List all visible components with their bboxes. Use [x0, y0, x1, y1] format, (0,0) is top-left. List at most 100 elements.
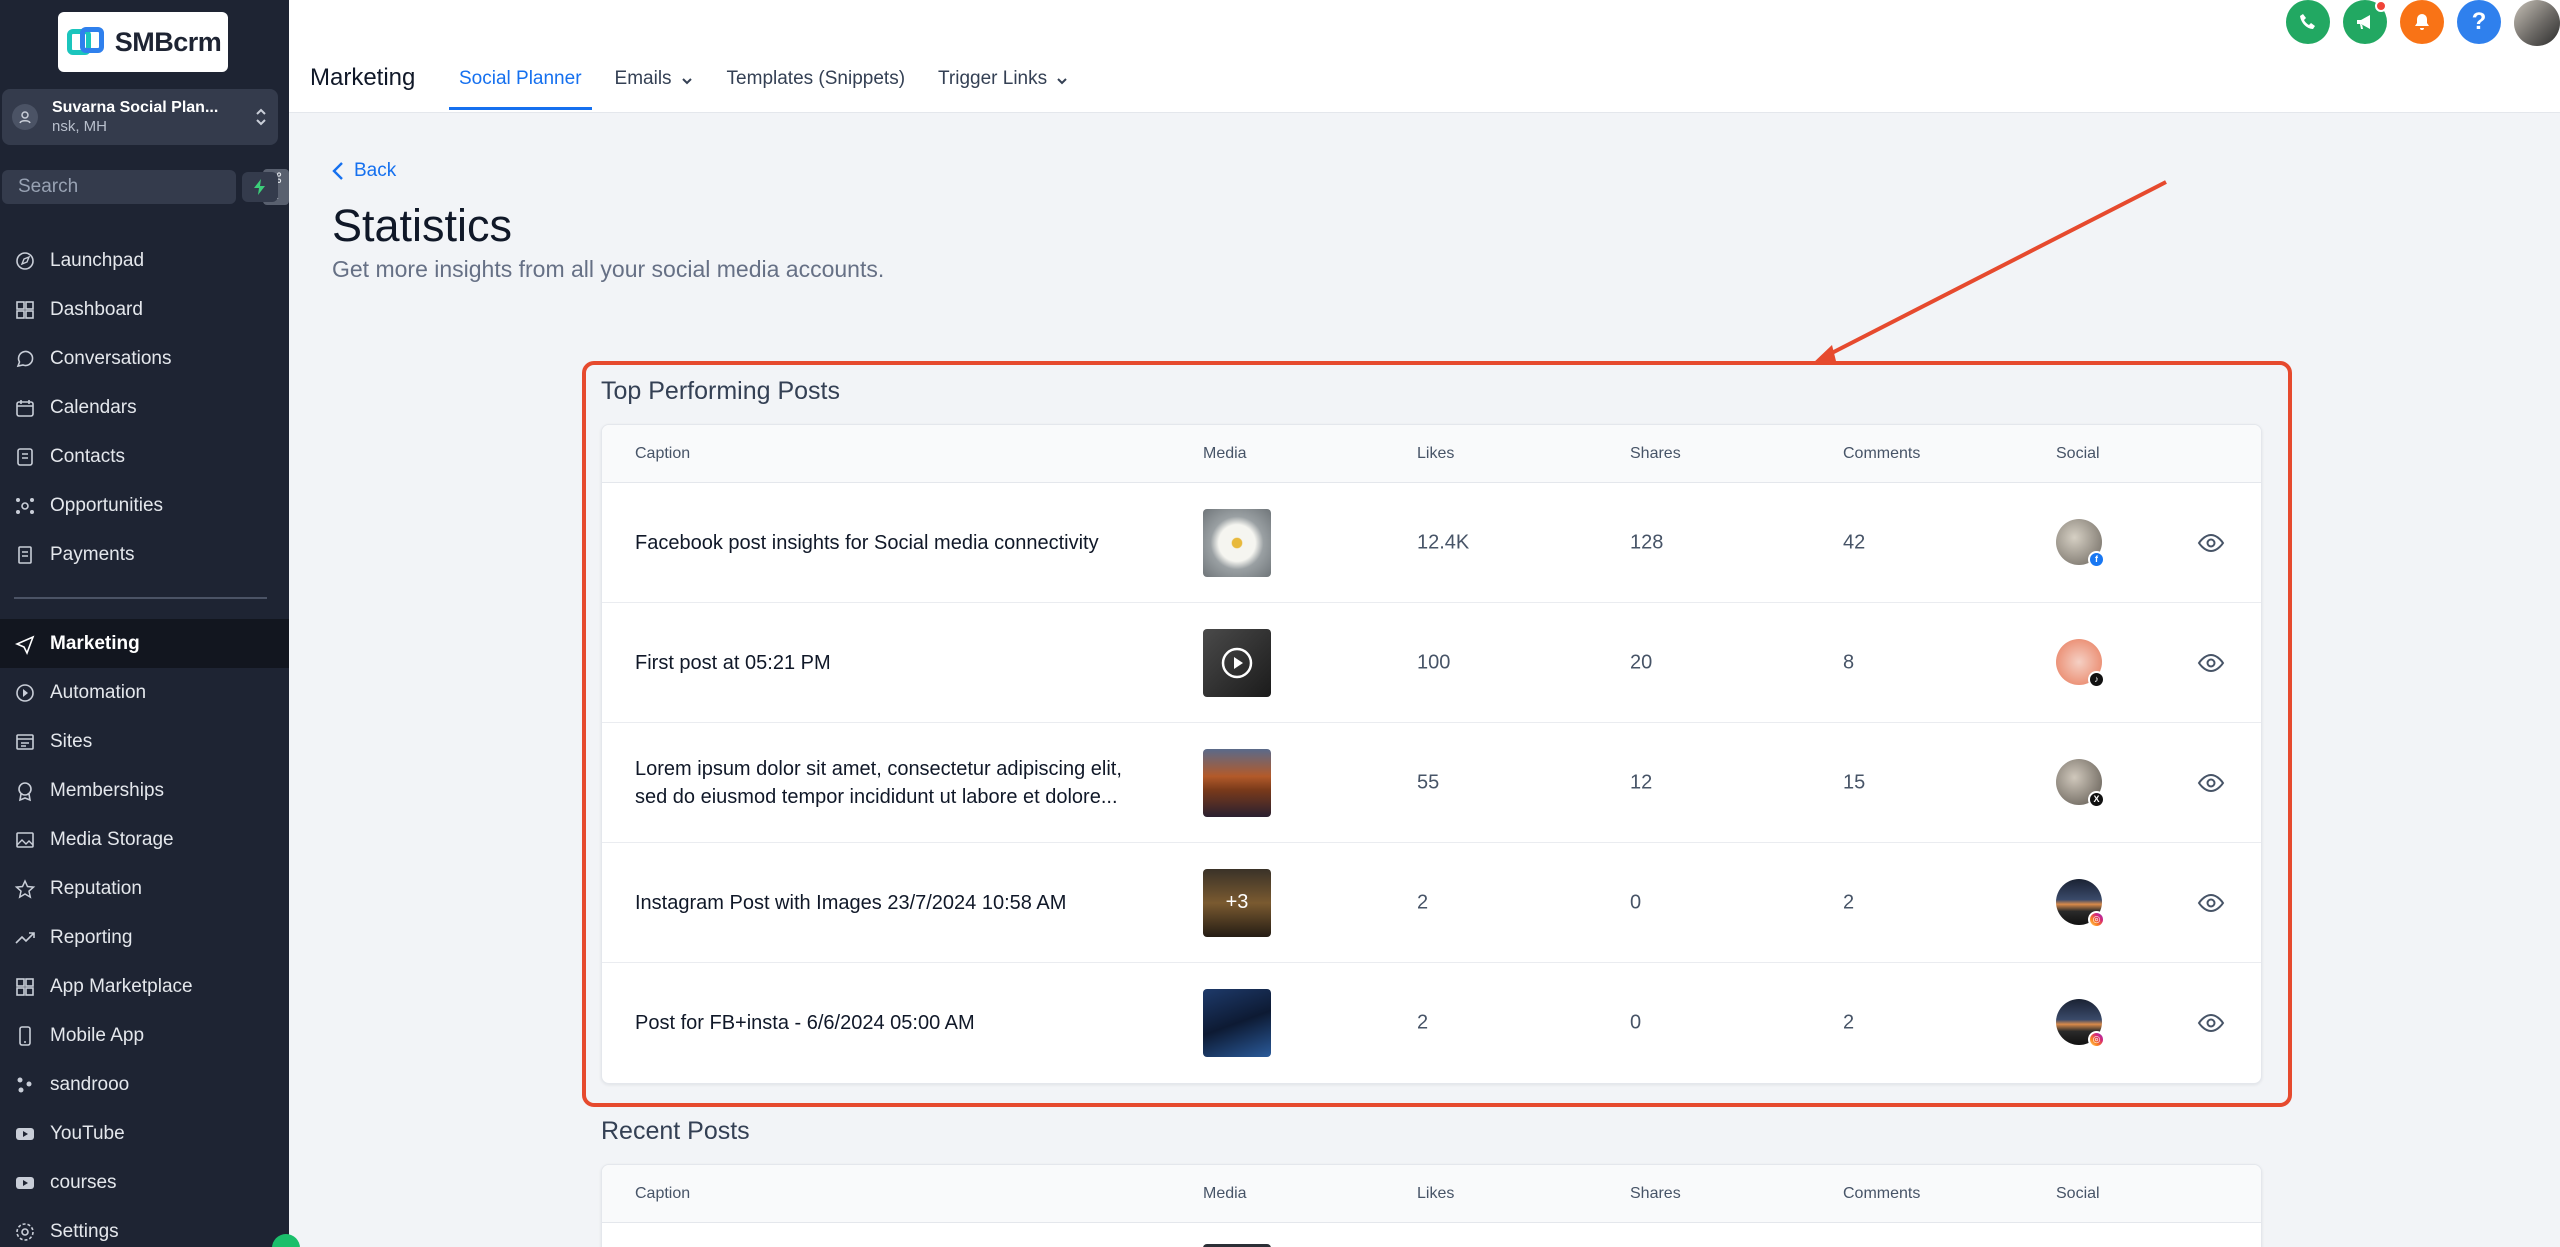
sidebar-item-marketing[interactable]: Marketing	[0, 619, 289, 668]
chevron-updown-icon	[256, 108, 266, 126]
view-post-button[interactable]	[2197, 649, 2225, 677]
sidebar-item-automation[interactable]: Automation	[0, 668, 289, 717]
sidebar-item-label: YouTube	[50, 1122, 125, 1144]
post-caption: Post for FB+insta - 6/6/2024 05:00 AM	[635, 1012, 975, 1034]
user-avatar[interactable]	[2514, 0, 2560, 46]
sidebar-item-payments[interactable]: Payments	[0, 530, 289, 579]
top-posts-title: Top Performing Posts	[601, 377, 840, 405]
page-subtitle: Get more insights from all your social m…	[332, 256, 885, 282]
logo-mark-icon	[65, 25, 107, 59]
recent-posts-table: Caption Media Likes Shares Comments Soci…	[601, 1164, 2262, 1247]
post-media-thumbnail[interactable]	[1203, 748, 1271, 817]
phone-button[interactable]	[2286, 0, 2330, 44]
sidebar-item-courses[interactable]: courses	[0, 1158, 289, 1207]
view-post-button[interactable]	[2197, 1009, 2225, 1037]
account-avatar: ◎	[2056, 878, 2105, 928]
social-account: f	[2056, 518, 2105, 568]
sidebar-item-conversations[interactable]: Conversations	[0, 334, 289, 383]
col-likes: Likes	[1417, 1185, 1455, 1202]
col-media: Media	[1203, 1185, 1247, 1202]
tab-trigger-links[interactable]: Trigger Links	[928, 60, 1079, 110]
notification-dot	[2375, 0, 2387, 12]
tab-templates[interactable]: Templates (Snippets)	[717, 60, 915, 110]
table-row[interactable]: First post at 05:21 PM 100 20 8 ♪	[602, 603, 2261, 723]
back-link[interactable]: Back	[332, 160, 396, 182]
col-media: Media	[1203, 445, 1247, 462]
sidebar-item-label: Launchpad	[50, 249, 145, 271]
chevron-left-icon	[332, 162, 343, 180]
quick-action-button[interactable]	[242, 172, 278, 202]
top-posts-table: Caption Media Likes Shares Comments Soci…	[601, 424, 2262, 1084]
table-row[interactable]: Lorem ipsum dolor sit amet, consectetur …	[602, 723, 2261, 843]
sidebar: SMBcrm Suvarna Social Plan... nsk, MH ⌘ …	[0, 0, 289, 1247]
sidebar-item-mobile-app[interactable]: Mobile App	[0, 1011, 289, 1060]
sidebar-item-settings[interactable]: Settings	[0, 1207, 289, 1243]
sidebar-item-calendars[interactable]: Calendars	[0, 383, 289, 432]
top-bar: Marketing Social Planner Emails Template…	[289, 0, 2560, 113]
sidebar-item-dashboard[interactable]: Dashboard	[0, 285, 289, 334]
view-post-button[interactable]	[2197, 529, 2225, 557]
post-shares: 20	[1630, 651, 1653, 673]
sidebar-item-label: Opportunities	[50, 494, 164, 516]
sidebar-item-app-marketplace[interactable]: App Marketplace	[0, 962, 289, 1011]
social-account: X	[2056, 758, 2105, 808]
view-post-button[interactable]	[2197, 889, 2225, 917]
post-media-thumbnail[interactable]	[1203, 508, 1271, 577]
sidebar-item-label: courses	[50, 1171, 117, 1193]
post-media-thumbnail[interactable]	[1203, 989, 1271, 1057]
sidebar-item-label: Reputation	[50, 877, 142, 899]
eye-icon	[2197, 533, 2225, 552]
bolt-icon	[254, 179, 265, 195]
sidebar-item-opportunities[interactable]: Opportunities	[0, 481, 289, 530]
opportunities-icon	[14, 495, 36, 517]
sidebar-item-sandrooo[interactable]: sandrooo	[0, 1060, 289, 1109]
post-likes: 2	[1417, 891, 1429, 913]
post-media-thumbnail[interactable]: +3	[1203, 868, 1271, 937]
sidebar-item-youtube[interactable]: YouTube	[0, 1109, 289, 1158]
notifications-button[interactable]	[2400, 0, 2444, 44]
location-switcher[interactable]: Suvarna Social Plan... nsk, MH	[2, 89, 278, 145]
sidebar-item-label: Conversations	[50, 347, 172, 369]
sidebar-item-label: Reporting	[50, 926, 133, 948]
table-row[interactable]: Post for FB+insta - 6/6/2024 05:00 AM 2 …	[602, 963, 2261, 1083]
sidebar-item-label: Marketing	[50, 632, 140, 654]
post-caption: First post at 05:21 PM	[635, 651, 831, 674]
search-input[interactable]	[18, 176, 263, 198]
annotation-arrow	[1812, 180, 2167, 364]
help-button[interactable]: ?	[2457, 0, 2501, 44]
sidebar-search[interactable]: ⌘ K	[2, 169, 289, 205]
tab-social-planner[interactable]: Social Planner	[449, 60, 592, 110]
location-subtitle: nsk, MH	[52, 117, 108, 135]
table-row[interactable]: Instagram Post with Images 23/7/2024 10:…	[602, 843, 2261, 963]
col-social: Social	[2056, 445, 2100, 462]
sidebar-item-reputation[interactable]: Reputation	[0, 864, 289, 913]
post-comments: 2	[1843, 891, 1855, 913]
app-logo[interactable]: SMBcrm	[58, 12, 228, 72]
sidebar-item-reporting[interactable]: Reporting	[0, 913, 289, 962]
sidebar-item-label: Memberships	[50, 779, 165, 801]
sidebar-item-sites[interactable]: Sites	[0, 717, 289, 766]
col-comments: Comments	[1843, 1185, 1921, 1202]
sidebar-item-memberships[interactable]: Memberships	[0, 766, 289, 815]
col-social: Social	[2056, 1185, 2100, 1202]
instagram-icon: ◎	[2088, 910, 2105, 928]
sidebar-item-contacts[interactable]: Contacts	[0, 432, 289, 481]
bell-icon	[2415, 14, 2429, 30]
post-likes: 100	[1417, 651, 1451, 673]
trend-icon	[14, 927, 36, 949]
post-shares: 12	[1630, 771, 1653, 793]
megaphone-icon	[2357, 15, 2370, 29]
announcements-button[interactable]	[2343, 0, 2387, 44]
table-row[interactable]: Facebook post insights for Social media …	[602, 483, 2261, 603]
col-caption: Caption	[635, 445, 691, 462]
logo-text: SMBcrm	[114, 26, 222, 57]
sidebar-item-launchpad[interactable]: Launchpad	[0, 236, 289, 285]
view-post-button[interactable]	[2197, 769, 2225, 797]
sidebar-item-media-storage[interactable]: Media Storage	[0, 815, 289, 864]
tab-emails[interactable]: Emails	[605, 60, 704, 110]
tiktok-icon: ♪	[2088, 670, 2105, 688]
post-media-thumbnail[interactable]	[1203, 628, 1271, 697]
post-caption: Instagram Post with Images 23/7/2024 10:…	[635, 891, 1067, 914]
social-account: ♪	[2056, 638, 2105, 688]
sidebar-item-label: Settings	[50, 1221, 119, 1242]
